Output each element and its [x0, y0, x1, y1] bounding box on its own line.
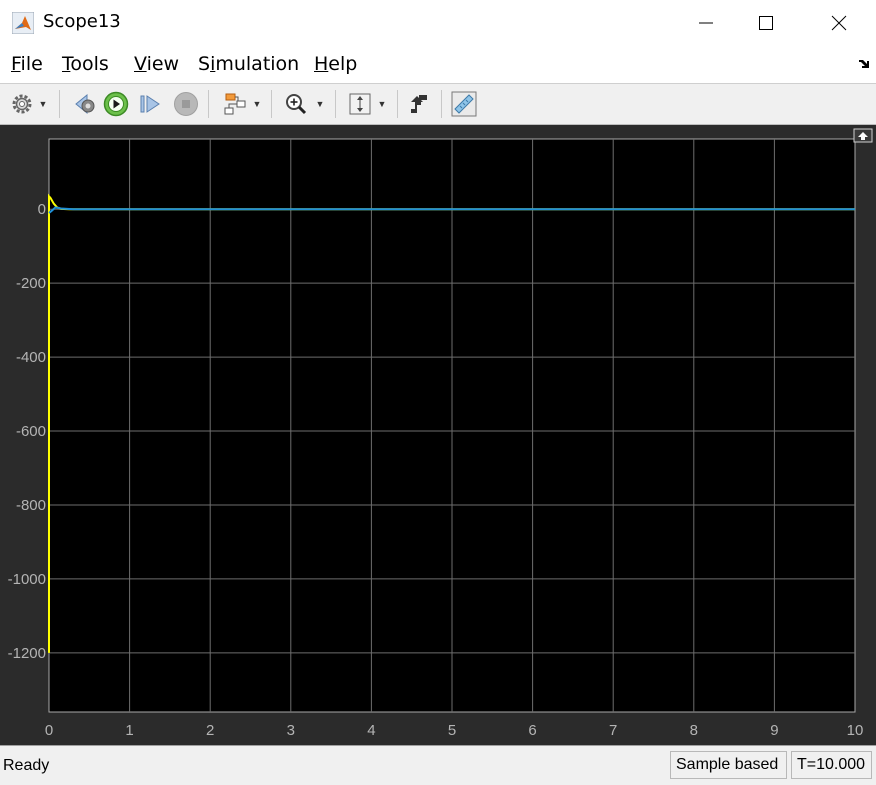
undock-arrow-icon[interactable]	[858, 58, 870, 70]
stop-button[interactable]	[172, 90, 200, 118]
close-icon	[831, 15, 847, 31]
x-tick-label: 5	[448, 722, 456, 739]
x-tick-label: 9	[770, 722, 778, 739]
x-tick-label: 0	[45, 722, 53, 739]
maximize-icon	[759, 16, 773, 30]
run-button[interactable]	[102, 90, 130, 118]
y-tick-label: -600	[16, 423, 46, 440]
chevron-down-icon: ▼	[377, 99, 387, 109]
window-title: Scope13	[43, 11, 121, 32]
toolbar: ▼ ▼ ▼ ▼	[0, 84, 876, 125]
zoom-in-button[interactable]: ▼	[280, 90, 328, 118]
minimize-icon	[699, 22, 713, 24]
y-tick-label: 0	[38, 201, 46, 218]
x-tick-label: 1	[125, 722, 133, 739]
stop-icon	[174, 92, 198, 116]
scale-axes-button[interactable]: ▼	[343, 90, 391, 118]
x-tick-label: 2	[206, 722, 214, 739]
triggers-button[interactable]	[405, 90, 433, 118]
x-tick-label: 7	[609, 722, 617, 739]
menu-help[interactable]: Help	[314, 53, 357, 75]
x-tick-label: 10	[847, 722, 864, 739]
close-button[interactable]	[816, 0, 862, 46]
x-tick-label: 8	[690, 722, 698, 739]
status-bar: Ready Sample based T=10.000	[0, 745, 876, 785]
toolbar-separator	[59, 90, 60, 118]
minimize-button[interactable]	[683, 0, 729, 46]
toolbar-separator	[397, 90, 398, 118]
x-tick-label: 3	[287, 722, 295, 739]
highlight-simulink-block-button[interactable]: ▼	[218, 90, 266, 118]
toolbar-separator	[208, 90, 209, 118]
scope-plot[interactable]: 0 1 2 3 4 5 6 7 8 9 10 0 -200 -400 -600 -800 -1000 -1200	[0, 125, 876, 745]
run-icon	[103, 91, 129, 117]
configuration-properties-button[interactable]: ▼	[6, 90, 52, 118]
toolbar-separator	[271, 90, 272, 118]
menu-tools[interactable]: Tools	[62, 53, 109, 75]
block-diagram-icon	[224, 93, 246, 115]
step-forward-button[interactable]	[136, 90, 164, 118]
cursor-measurements-button[interactable]	[449, 90, 479, 118]
scope-display: 0 1 2 3 4 5 6 7 8 9 10 0 -200 -400 -600 -800 -1000 -1200	[0, 125, 876, 745]
menu-simulation[interactable]: Simulation	[198, 53, 299, 75]
y-tick-label: -200	[16, 275, 46, 292]
step-back-icon	[75, 93, 95, 115]
chevron-down-icon: ▼	[38, 99, 48, 109]
trigger-icon	[411, 95, 427, 113]
x-tick-label: 4	[367, 722, 375, 739]
menu-view[interactable]: View	[134, 53, 179, 75]
maximize-button[interactable]	[743, 0, 789, 46]
step-forward-icon	[140, 95, 160, 113]
y-tick-label: -1000	[8, 571, 46, 588]
title-bar: Scope13	[0, 0, 876, 46]
simulation-time: T=10.000	[791, 751, 872, 779]
sample-mode-indicator: Sample based	[670, 751, 787, 779]
chevron-down-icon: ▼	[315, 99, 325, 109]
chevron-down-icon: ▼	[252, 99, 262, 109]
matlab-logo-icon	[12, 12, 34, 34]
y-tick-labels: 0 -200 -400 -600 -800 -1000 -1200	[8, 201, 46, 662]
toolbar-separator	[335, 90, 336, 118]
toolbar-separator	[441, 90, 442, 118]
y-tick-label: -400	[16, 349, 46, 366]
x-tick-label: 6	[528, 722, 536, 739]
y-tick-label: -1200	[8, 645, 46, 662]
menu-file[interactable]: File	[11, 53, 43, 75]
menu-bar: File Tools View Simulation Help	[0, 46, 876, 84]
x-tick-labels: 0 1 2 3 4 5 6 7 8 9 10	[45, 722, 864, 739]
step-back-button[interactable]	[71, 90, 99, 118]
restore-layout-button[interactable]	[853, 128, 873, 143]
status-text: Ready	[3, 757, 50, 774]
gear-icon	[12, 94, 32, 114]
y-tick-label: -800	[16, 497, 46, 514]
autoscale-icon	[349, 93, 371, 115]
ruler-icon	[451, 91, 477, 117]
zoom-in-icon	[285, 94, 306, 115]
